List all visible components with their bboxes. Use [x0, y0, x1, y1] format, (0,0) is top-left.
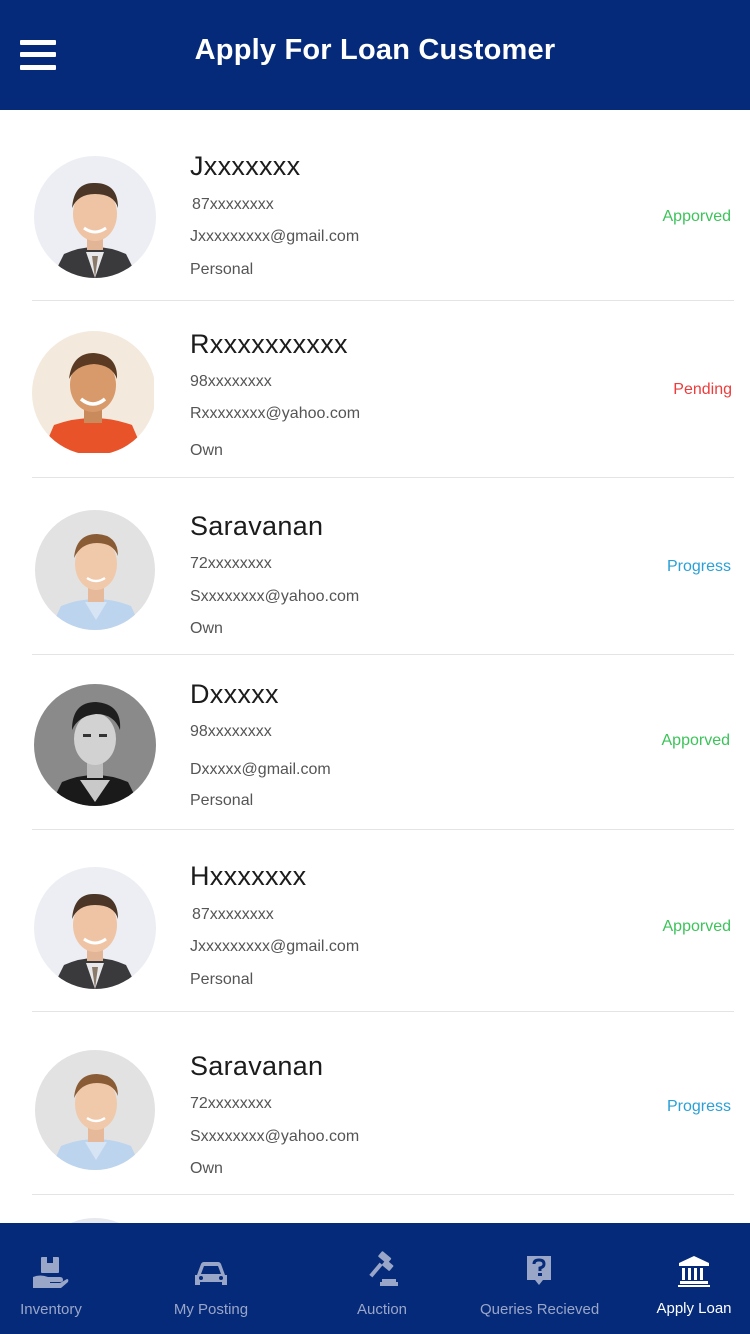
bank-icon — [674, 1251, 714, 1291]
customer-loan-type: Own — [190, 620, 223, 637]
nav-inventory[interactable]: Inventory — [0, 1223, 102, 1334]
customer-phone: 98xxxxxxxx — [190, 723, 272, 740]
customer-email: Sxxxxxxxx@yahoo.com — [190, 1128, 360, 1145]
customer-phone: 72xxxxxxxx — [190, 555, 272, 572]
status-badge: Apporved — [662, 918, 732, 935]
customer-email: Jxxxxxxxxx@gmail.com — [190, 938, 360, 955]
inventory-box-icon — [30, 1253, 70, 1293]
customer-phone: 87xxxxxxxx — [192, 196, 274, 213]
customer-loan-type: Personal — [190, 792, 254, 809]
avatar — [34, 684, 156, 806]
customer-email: Sxxxxxxxx@yahoo.com — [190, 588, 360, 605]
nav-auction[interactable]: Auction — [331, 1223, 433, 1334]
app-header: Apply For Loan Customer — [0, 0, 750, 110]
nav-label: Inventory — [20, 1301, 82, 1318]
customer-name: Saravanan — [190, 511, 324, 541]
bottom-navigation: Inventory My Posting Auction Queries Rec… — [0, 1223, 750, 1334]
car-icon — [191, 1253, 231, 1293]
customer-name: Rxxxxxxxxxx — [190, 329, 348, 359]
customer-list[interactable]: Jxxxxxxx 87xxxxxxxx Jxxxxxxxxx@gmail.com… — [0, 110, 750, 1223]
customer-loan-type: Own — [190, 1160, 223, 1177]
nav-my-posting[interactable]: My Posting — [160, 1223, 262, 1334]
nav-label: Auction — [356, 1301, 408, 1318]
customer-name: Dxxxxx — [190, 679, 279, 709]
customer-email: Dxxxxx@gmail.com — [190, 761, 331, 778]
page-title: Apply For Loan Customer — [194, 34, 556, 66]
question-icon — [519, 1251, 559, 1291]
nav-label: Apply Loan — [656, 1300, 732, 1317]
customer-row[interactable]: Hxxxxxxx 87xxxxxxxx Jxxxxxxxxx@gmail.com… — [0, 830, 750, 1012]
avatar — [35, 510, 155, 630]
customer-phone: 98xxxxxxxx — [190, 373, 272, 390]
avatar — [34, 867, 156, 989]
status-badge: Apporved — [662, 208, 732, 225]
customer-name: Jxxxxxxx — [190, 151, 301, 181]
customer-row[interactable]: Saravanan 72xxxxxxxx Sxxxxxxxx@yahoo.com… — [0, 1012, 750, 1195]
nav-label: Queries Recieved — [480, 1301, 600, 1318]
status-badge: Apporved — [661, 732, 731, 749]
status-badge: Pending — [673, 381, 732, 398]
nav-queries-received[interactable]: Queries Recieved — [480, 1223, 600, 1334]
customer-email: Jxxxxxxxxx@gmail.com — [190, 228, 360, 245]
nav-label: My Posting — [173, 1301, 249, 1318]
customer-row[interactable]: Rxxxxxxxxxx 98xxxxxxxx Rxxxxxxxx@yahoo.c… — [0, 301, 750, 478]
customer-email: Rxxxxxxxx@yahoo.com — [190, 405, 361, 422]
avatar — [34, 156, 156, 278]
avatar — [35, 1050, 155, 1170]
status-badge: Progress — [666, 558, 731, 575]
customer-loan-type: Personal — [190, 261, 254, 278]
gavel-icon — [362, 1250, 402, 1290]
customer-loan-type: Personal — [190, 971, 254, 988]
status-badge: Progress — [666, 1098, 731, 1115]
customer-row[interactable]: Dxxxxx 98xxxxxxxx Dxxxxx@gmail.com Perso… — [0, 655, 750, 830]
customer-name: Saravanan — [190, 1051, 324, 1081]
divider — [32, 1194, 734, 1195]
customer-phone: 87xxxxxxxx — [192, 906, 274, 923]
customer-row[interactable]: Saravanan 72xxxxxxxx Sxxxxxxxx@yahoo.com… — [0, 478, 750, 655]
customer-row[interactable]: Jxxxxxxx 87xxxxxxxx Jxxxxxxxxx@gmail.com… — [0, 110, 750, 301]
customer-loan-type: Own — [190, 442, 223, 459]
nav-apply-loan[interactable]: Apply Loan — [648, 1223, 740, 1334]
customer-name: Hxxxxxxx — [190, 861, 307, 891]
avatar — [32, 331, 156, 455]
customer-phone: 72xxxxxxxx — [190, 1095, 272, 1112]
